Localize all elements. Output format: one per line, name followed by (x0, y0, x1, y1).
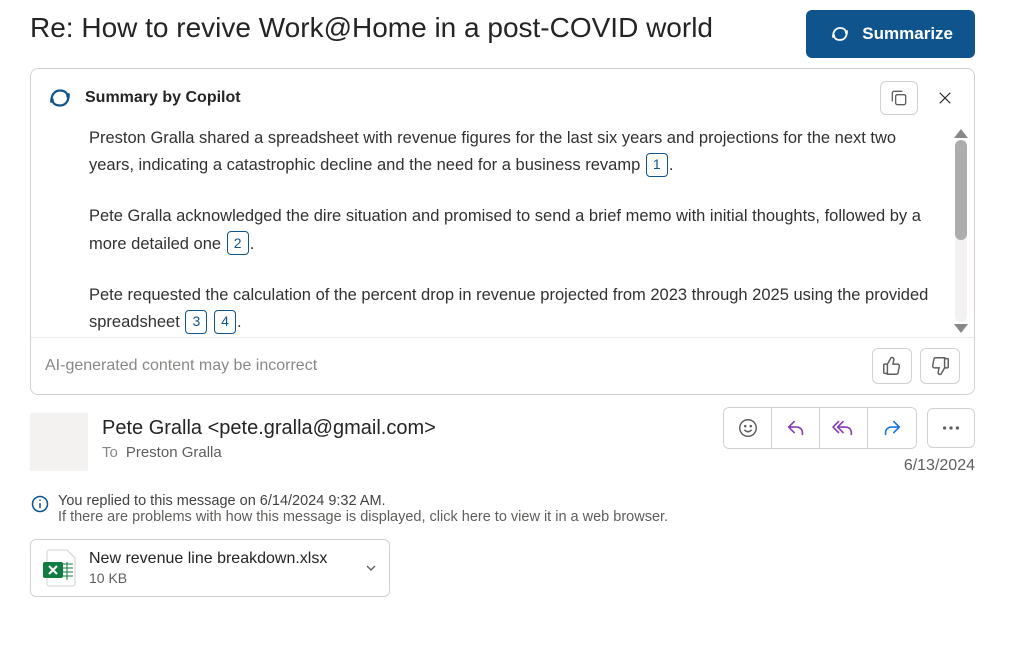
thumbs-up-button[interactable] (872, 348, 912, 384)
view-browser-link[interactable]: If there are problems with how this mess… (58, 509, 668, 525)
scroll-track[interactable] (955, 140, 967, 322)
close-button[interactable] (932, 85, 958, 111)
excel-icon (41, 548, 77, 588)
summary-content: Preston Gralla shared a spreadsheet with… (31, 125, 952, 337)
summary-paragraph: Preston Gralla shared a spreadsheet with… (89, 125, 940, 179)
chevron-down-icon[interactable] (363, 560, 379, 576)
summarize-label: Summarize (862, 24, 953, 44)
avatar (30, 413, 88, 471)
react-button[interactable] (724, 408, 772, 448)
attachment-size: 10 KB (89, 570, 351, 586)
more-actions-button[interactable] (927, 408, 975, 448)
reference-badge[interactable]: 2 (227, 231, 249, 255)
summary-paragraph: Pete requested the calculation of the pe… (89, 282, 940, 336)
email-subject: Re: How to revive Work@Home in a post-CO… (30, 10, 790, 46)
action-toolbar (723, 407, 917, 449)
copilot-icon (828, 22, 852, 46)
attachment-name: New revenue line breakdown.xlsx (89, 550, 351, 568)
scroll-down-icon[interactable] (954, 324, 968, 333)
panel-title: Summary by Copilot (85, 89, 870, 107)
copilot-summary-panel: Summary by Copilot Preston Gra (30, 68, 975, 395)
copy-button[interactable] (880, 81, 918, 115)
thumbs-down-button[interactable] (920, 348, 960, 384)
forward-button[interactable] (868, 408, 916, 448)
reference-badge[interactable]: 4 (214, 310, 236, 334)
summary-paragraph: Pete Gralla acknowledged the dire situat… (89, 203, 940, 257)
reference-badge[interactable]: 3 (185, 310, 207, 334)
reply-info-text: You replied to this message on 6/14/2024… (58, 493, 668, 509)
attachment[interactable]: New revenue line breakdown.xlsx 10 KB (30, 539, 390, 597)
info-icon (30, 494, 50, 514)
email-date: 6/13/2024 (904, 457, 975, 475)
summarize-button[interactable]: Summarize (806, 10, 975, 58)
scroll-up-icon[interactable] (954, 129, 968, 138)
to-label: To (102, 444, 118, 461)
reference-badge[interactable]: 1 (646, 153, 668, 177)
email-header: Pete Gralla <pete.gralla@gmail.com> ToPr… (30, 413, 975, 471)
scrollbar[interactable] (952, 125, 974, 337)
ai-disclaimer: AI-generated content may be incorrect (45, 357, 864, 375)
scroll-thumb[interactable] (955, 140, 967, 240)
copilot-icon (45, 83, 75, 113)
reply-all-button[interactable] (820, 408, 868, 448)
reply-button[interactable] (772, 408, 820, 448)
info-bar: You replied to this message on 6/14/2024… (30, 493, 975, 525)
to-recipient: Preston Gralla (126, 444, 222, 461)
